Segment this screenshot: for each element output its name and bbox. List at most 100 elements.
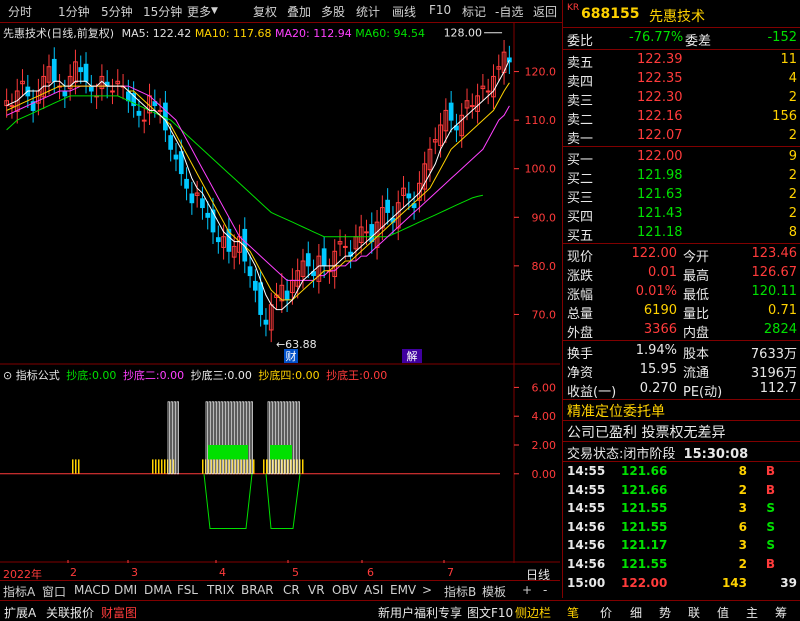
multi-stock-button[interactable]: 多股 <box>321 3 345 20</box>
y-axis-label: 120.0 <box>525 66 557 79</box>
bid-row[interactable]: 买二 121.98 2 <box>563 167 800 187</box>
draw-line-button[interactable]: 画线 <box>392 3 416 20</box>
tab-1min[interactable]: 1分钟 <box>58 3 90 20</box>
tab-obv[interactable]: OBV <box>332 583 358 597</box>
back-button[interactable]: 返回 <box>533 3 557 20</box>
tab-intraday[interactable]: 分时 <box>8 3 32 20</box>
bid-row[interactable]: 买三 121.63 2 <box>563 186 800 206</box>
indicator-white-bar <box>223 401 226 475</box>
tab-brar[interactable]: BRAR <box>241 583 274 597</box>
status-tab-link[interactable]: 联 <box>688 604 700 621</box>
indicator-y-label: 2.00 <box>532 439 557 452</box>
tab-fsl[interactable]: FSL <box>177 583 198 597</box>
watchlist-button[interactable]: -自选 <box>495 3 523 20</box>
candle-body <box>485 90 491 93</box>
status-sidebar[interactable]: 侧边栏 <box>515 604 551 621</box>
quote-panel: KR 688155 先惠技术 委比 -76.77% 委差 -152 精准定位委托… <box>562 0 800 598</box>
tab-dma[interactable]: DMA <box>144 583 172 597</box>
candle-body <box>369 224 375 243</box>
tick-time: 14:55 <box>567 464 606 478</box>
status-tab-price[interactable]: 价 <box>600 604 612 621</box>
tick-direction: S <box>766 501 775 516</box>
status-tab-bi[interactable]: 笔 <box>567 604 579 621</box>
tab-asi[interactable]: ASI <box>364 583 383 597</box>
indicator-yellow-bar <box>158 459 160 474</box>
bid-row[interactable]: 买四 121.43 2 <box>563 205 800 225</box>
f10-button[interactable]: F10 <box>429 3 451 17</box>
tab-macd[interactable]: MACD <box>74 583 110 597</box>
candle-body <box>247 266 253 277</box>
tab-window[interactable]: 窗口 <box>42 583 66 600</box>
bid-label: 买一 <box>567 153 594 168</box>
candle-body <box>385 199 390 213</box>
stats-button[interactable]: 统计 <box>356 3 380 20</box>
fin-row: 净资 15.95 流通 3196万 <box>563 361 800 381</box>
stat-value: 2824 <box>763 322 797 337</box>
x-axis: 2022年 2 3 4 5 6 7 日线 <box>0 566 560 582</box>
tab-scroll-right[interactable]: > <box>422 583 432 597</box>
indicator-name[interactable]: 指标公式 <box>16 369 60 382</box>
indicator-tabs: 指标A 窗口 MACD DMI DMA FSL TRIX BRAR CR VR … <box>0 580 560 599</box>
ask-row[interactable]: 卖四 122.35 4 <box>563 70 800 90</box>
fuquan-button[interactable]: 复权 <box>253 3 277 20</box>
status-new-user-welfare[interactable]: 新用户福利专享 <box>378 604 462 621</box>
bid-price: 121.98 <box>637 168 683 183</box>
mark-button[interactable]: 标记 <box>462 3 486 20</box>
notice-precise-order[interactable]: 精准定位委托单 <box>567 401 665 421</box>
status-tab-main[interactable]: 主 <box>746 604 758 621</box>
status-tab-detail[interactable]: 细 <box>630 604 642 621</box>
status-wealth-chart[interactable]: 财富图 <box>101 604 137 621</box>
ma60-label: MA60: 94.54 <box>355 27 425 40</box>
bid-row[interactable]: 买一 122.00 9 <box>563 148 800 168</box>
tab-cr[interactable]: CR <box>283 583 300 597</box>
fin-label: 换手 <box>567 347 594 362</box>
ask-label: 卖二 <box>567 113 594 128</box>
tab-15min[interactable]: 15分钟 <box>143 3 182 20</box>
tick-time: 14:56 <box>567 557 606 571</box>
fin-label: 股本 <box>683 347 710 362</box>
status-tab-chips[interactable]: 筹 <box>775 604 787 621</box>
tick-price: 121.17 <box>621 538 668 553</box>
candle-body <box>78 67 84 73</box>
stat-label: 涨跌 <box>567 269 594 284</box>
indicator-white-bar <box>294 401 297 475</box>
indicator-yellow-bar <box>75 459 77 474</box>
candle-body <box>205 212 211 218</box>
tab-remove[interactable]: - <box>543 583 547 597</box>
status-tab-trend[interactable]: 势 <box>659 604 671 621</box>
more-chevron-icon[interactable]: ▼ <box>211 6 218 16</box>
tab-add[interactable]: + <box>522 583 532 597</box>
fin-value: 15.95 <box>639 362 677 377</box>
candle-body <box>51 58 57 82</box>
tick-volume: 8 <box>738 464 747 478</box>
tab-trix[interactable]: TRIX <box>207 583 234 597</box>
tab-emv[interactable]: EMV <box>390 583 416 597</box>
tab-template[interactable]: 模板 <box>482 583 506 600</box>
tab-indicator-a[interactable]: 指标A <box>3 583 35 600</box>
ask-row[interactable]: 卖二 122.16 156 <box>563 108 800 128</box>
status-expand-a[interactable]: 扩展A <box>4 604 36 621</box>
bid-row[interactable]: 买五 121.18 8 <box>563 224 800 244</box>
candle-body <box>364 231 369 234</box>
tab-more[interactable]: 更多 <box>187 3 211 20</box>
status-linked-quote[interactable]: 关联报价 <box>46 604 94 621</box>
ask-row[interactable]: 卖五 122.39 11 <box>563 51 800 71</box>
candle-body <box>110 90 115 93</box>
indicator-title-bar: ⊙ 指标公式 抄底:0.00 抄底二:0.00 抄底三:0.00 抄底四:0.0… <box>3 367 387 383</box>
tab-5min[interactable]: 5分钟 <box>101 3 133 20</box>
ask-row[interactable]: 卖一 122.07 2 <box>563 127 800 147</box>
ask-row[interactable]: 卖三 122.30 2 <box>563 89 800 109</box>
indicator-expand-icon[interactable]: ⊙ <box>3 369 12 382</box>
indicator-green-block <box>270 445 292 460</box>
kline-chart[interactable]: 120.0110.0100.090.080.070.0128.00←63.88财… <box>0 23 560 563</box>
tab-dmi[interactable]: DMI <box>114 583 137 597</box>
tab-indicator-b[interactable]: 指标B <box>444 583 476 600</box>
stock-name[interactable]: 先惠技术 <box>649 6 705 26</box>
indicator-white-bar <box>288 401 291 475</box>
y-axis-label: 100.0 <box>525 163 557 176</box>
status-f10[interactable]: 图文F10 <box>467 604 513 621</box>
status-tab-value[interactable]: 值 <box>717 604 729 621</box>
overlay-button[interactable]: 叠加 <box>287 3 311 20</box>
tab-vr[interactable]: VR <box>308 583 325 597</box>
fin-label: PE(动) <box>683 385 723 400</box>
